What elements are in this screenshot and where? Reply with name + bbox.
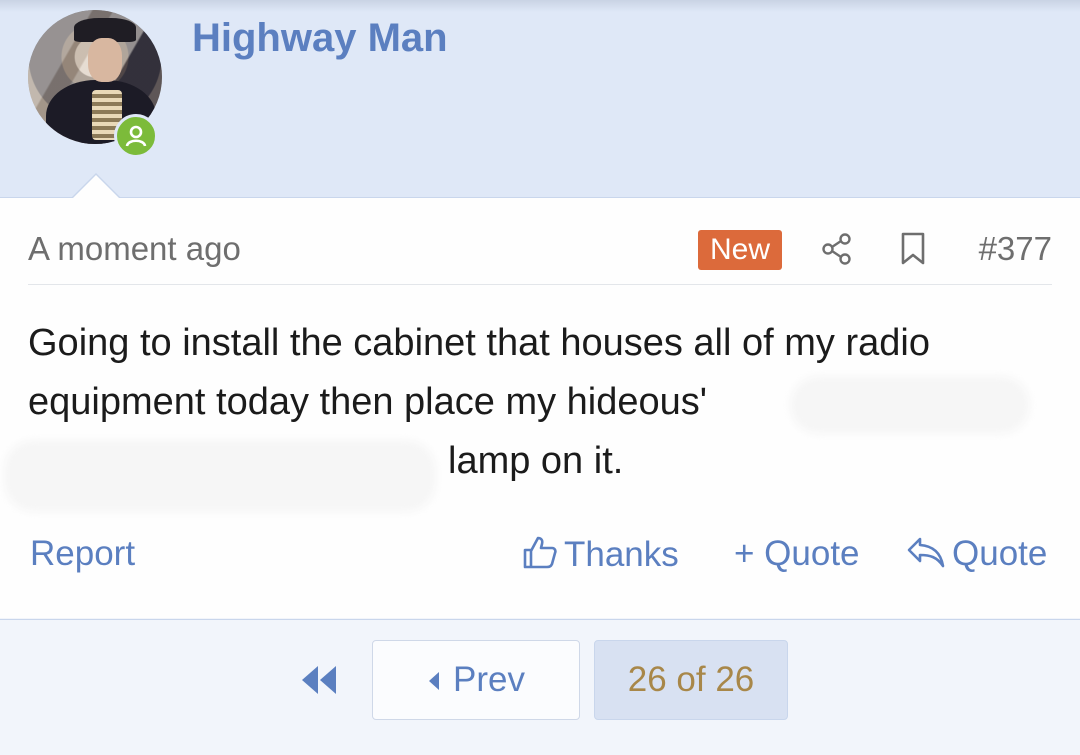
pagination: Prev 26 of 26 <box>0 619 1080 755</box>
post-number-link[interactable]: #377 <box>979 230 1052 268</box>
thanks-label: Thanks <box>564 535 679 574</box>
prev-label: Prev <box>453 660 525 699</box>
double-left-arrow-icon <box>302 666 336 694</box>
left-caret-icon <box>429 672 440 690</box>
post-actions: Report Thanks + Quote Quote <box>28 534 1052 584</box>
page-indicator[interactable]: 26 of 26 <box>594 640 788 720</box>
quote-label: Quote <box>952 534 1048 573</box>
post: A moment ago New #377 Going to install t… <box>0 198 1080 618</box>
first-page-button[interactable] <box>298 660 340 705</box>
new-badge: New <box>698 230 783 270</box>
username[interactable]: Highway Man <box>192 16 448 61</box>
report-link[interactable]: Report <box>30 534 135 574</box>
user-header: Highway Man <box>0 0 1080 198</box>
top-shadow <box>0 0 1080 12</box>
reply-icon <box>907 537 945 568</box>
quote-button[interactable]: Quote <box>906 534 1047 574</box>
post-timestamp[interactable]: A moment ago <box>28 230 241 268</box>
share-icon[interactable] <box>820 232 854 271</box>
redacted-text <box>790 376 1030 434</box>
user-icon <box>125 125 147 147</box>
prev-page-button[interactable]: Prev <box>372 640 580 720</box>
thumbs-up-icon <box>523 536 557 569</box>
multi-quote-button[interactable]: + Quote <box>734 534 860 574</box>
thanks-button[interactable]: Thanks <box>522 534 679 575</box>
online-status-badge <box>114 114 158 158</box>
redacted-text <box>4 440 436 512</box>
bookmark-icon[interactable] <box>900 232 926 271</box>
post-meta: A moment ago New #377 <box>28 228 1052 285</box>
post-text-line: Going to install the cabinet that houses… <box>28 322 930 364</box>
